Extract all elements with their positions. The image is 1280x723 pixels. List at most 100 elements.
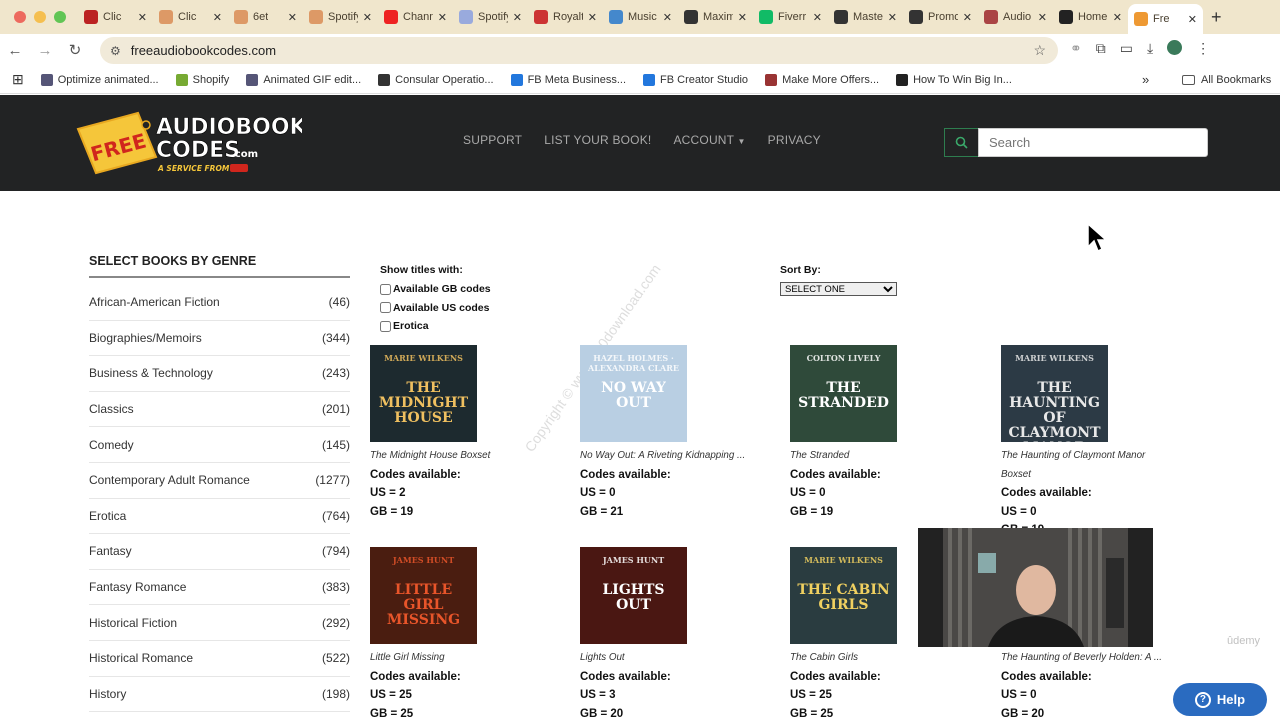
bookmark-item[interactable]: How To Win Big In... bbox=[896, 74, 1012, 86]
book-title[interactable]: The Stranded bbox=[790, 447, 990, 466]
reload-icon[interactable]: ↻ bbox=[60, 41, 90, 59]
bookmark-item[interactable]: FB Meta Business... bbox=[511, 74, 626, 86]
book-cover[interactable]: MARIE WILKENS THE HAUNTING OF CLAYMONT M… bbox=[1001, 345, 1108, 442]
bookmark-item[interactable]: Make More Offers... bbox=[765, 74, 879, 86]
download-icon[interactable]: ⤓ bbox=[1147, 40, 1153, 57]
browser-tab[interactable]: Clic✕ bbox=[153, 4, 228, 30]
nav-list-your-book[interactable]: LIST YOUR BOOK! bbox=[544, 133, 651, 147]
browser-tab[interactable]: Home✕ bbox=[1053, 4, 1128, 30]
genre-item[interactable]: Historical Romance(522) bbox=[89, 641, 350, 677]
book-title[interactable]: The Cabin Girls bbox=[790, 649, 990, 668]
browser-tab[interactable]: Fre✕ bbox=[1128, 4, 1203, 34]
filter-us-codes[interactable]: Available US codes bbox=[380, 299, 491, 318]
site-logo[interactable]: FREE AUDIOBOOK CODES .com A SERVICE FROM bbox=[76, 107, 302, 177]
genre-item[interactable]: Fantasy(794) bbox=[89, 534, 350, 570]
link-icon[interactable]: ⚭ bbox=[1070, 40, 1082, 57]
filter-us-checkbox[interactable] bbox=[380, 302, 391, 313]
genre-item[interactable]: Fantasy Romance(383) bbox=[89, 570, 350, 606]
menu-icon[interactable]: ⋮ bbox=[1196, 40, 1210, 57]
search-input[interactable] bbox=[978, 128, 1208, 157]
all-bookmarks[interactable]: All Bookmarks bbox=[1182, 74, 1271, 86]
genre-item[interactable]: Erotica(764) bbox=[89, 499, 350, 535]
browser-tab[interactable]: Promo✕ bbox=[903, 4, 978, 30]
book-title[interactable]: Little Girl Missing bbox=[370, 649, 570, 668]
bookmark-item[interactable]: Animated GIF edit... bbox=[246, 74, 361, 86]
book-cover[interactable]: JAMES HUNT LIGHTS OUT bbox=[580, 547, 687, 644]
tab-close-icon[interactable]: ✕ bbox=[213, 11, 222, 24]
book-title[interactable]: The Haunting of Claymont Manor bbox=[1001, 447, 1201, 466]
nav-account[interactable]: ACCOUNT ▼ bbox=[673, 133, 745, 147]
new-tab-button[interactable]: + bbox=[1211, 7, 1222, 28]
filter-gb-checkbox[interactable] bbox=[380, 284, 391, 295]
tab-close-icon[interactable]: ✕ bbox=[888, 11, 897, 24]
genre-item[interactable]: Contemporary Adult Romance(1277) bbox=[89, 463, 350, 499]
browser-tab[interactable]: Audio F✕ bbox=[978, 4, 1053, 30]
book-title[interactable]: The Haunting of Beverly Holden: A ... bbox=[1001, 649, 1201, 668]
tab-close-icon[interactable]: ✕ bbox=[1113, 11, 1122, 24]
browser-tab[interactable]: 6et✕ bbox=[228, 4, 303, 30]
url-bar[interactable]: ⚙ freeaudiobookcodes.com ☆ bbox=[100, 37, 1058, 64]
bookmark-item[interactable]: Consular Operatio... bbox=[378, 74, 493, 86]
genre-item[interactable]: Biographies/Memoirs(344) bbox=[89, 321, 350, 357]
tab-close-icon[interactable]: ✕ bbox=[1188, 13, 1197, 26]
bookmark-item[interactable]: Optimize animated... bbox=[41, 74, 159, 86]
nav-privacy[interactable]: PRIVACY bbox=[768, 133, 821, 147]
profile-avatar[interactable] bbox=[1167, 40, 1182, 55]
close-window-icon[interactable] bbox=[14, 11, 26, 23]
book-cover[interactable]: HAZEL HOLMES · ALEXANDRA CLARE NO WAY OU… bbox=[580, 345, 687, 442]
book-cover[interactable]: COLTON LIVELY THE STRANDED bbox=[790, 345, 897, 442]
search-button[interactable] bbox=[944, 128, 978, 157]
book-title[interactable]: The Midnight House Boxset bbox=[370, 447, 570, 466]
tab-close-icon[interactable]: ✕ bbox=[513, 11, 522, 24]
genre-item[interactable]: History(198) bbox=[89, 677, 350, 713]
book-card[interactable]: MARIE WILKENS THE MIDNIGHT HOUSE The Mid… bbox=[370, 345, 570, 521]
bookmark-item[interactable]: Shopify bbox=[176, 74, 230, 86]
browser-tab[interactable]: Channe✕ bbox=[378, 4, 453, 30]
book-cover[interactable]: MARIE WILKENS THE MIDNIGHT HOUSE bbox=[370, 345, 477, 442]
tab-close-icon[interactable]: ✕ bbox=[1038, 11, 1047, 24]
help-button[interactable]: ? Help bbox=[1173, 683, 1267, 716]
tab-close-icon[interactable]: ✕ bbox=[963, 11, 972, 24]
book-card[interactable]: HAZEL HOLMES · ALEXANDRA CLARE NO WAY OU… bbox=[580, 345, 780, 521]
book-title[interactable]: No Way Out: A Riveting Kidnapping ... bbox=[580, 447, 780, 466]
book-cover[interactable]: MARIE WILKENS THE CABIN GIRLS bbox=[790, 547, 897, 644]
tab-close-icon[interactable]: ✕ bbox=[288, 11, 297, 24]
filter-erotica[interactable]: Erotica bbox=[380, 317, 491, 336]
browser-tab[interactable]: Maximi✕ bbox=[678, 4, 753, 30]
book-title[interactable]: Lights Out bbox=[580, 649, 780, 668]
genre-item[interactable]: Classics(201) bbox=[89, 392, 350, 428]
tab-close-icon[interactable]: ✕ bbox=[138, 11, 147, 24]
tab-close-icon[interactable]: ✕ bbox=[438, 11, 447, 24]
book-card[interactable]: COLTON LIVELY THE STRANDED The Stranded … bbox=[790, 345, 990, 521]
genre-item[interactable]: Comedy(145) bbox=[89, 427, 350, 463]
browser-tab[interactable]: Spotify✕ bbox=[303, 4, 378, 30]
browser-tab[interactable]: Royalty✕ bbox=[528, 4, 603, 30]
tab-close-icon[interactable]: ✕ bbox=[738, 11, 747, 24]
tab-search-icon[interactable]: ▭ bbox=[1120, 40, 1133, 57]
bookmark-item[interactable]: FB Creator Studio bbox=[643, 74, 748, 86]
genre-item[interactable]: Historical Fiction(292) bbox=[89, 605, 350, 641]
genre-item[interactable]: Business & Technology(243) bbox=[89, 356, 350, 392]
tab-close-icon[interactable]: ✕ bbox=[588, 11, 597, 24]
tab-close-icon[interactable]: ✕ bbox=[663, 11, 672, 24]
bookmark-star-icon[interactable]: ☆ bbox=[1033, 42, 1046, 59]
back-icon[interactable]: ← bbox=[0, 42, 30, 59]
browser-tab[interactable]: Spotify✕ bbox=[453, 4, 528, 30]
sort-select[interactable]: SELECT ONE bbox=[780, 282, 897, 296]
tab-close-icon[interactable]: ✕ bbox=[363, 11, 372, 24]
book-card[interactable]: MARIE WILKENS THE HAUNTING OF CLAYMONT M… bbox=[1001, 345, 1201, 540]
book-card[interactable]: JAMES HUNT LITTLE GIRL MISSING Little Gi… bbox=[370, 547, 570, 723]
filter-erotica-checkbox[interactable] bbox=[380, 321, 391, 332]
extensions-icon[interactable]: ⧉ bbox=[1096, 40, 1106, 57]
tab-close-icon[interactable]: ✕ bbox=[813, 11, 822, 24]
nav-support[interactable]: SUPPORT bbox=[463, 133, 522, 147]
genre-item[interactable]: African-American Fiction(46) bbox=[89, 285, 350, 321]
book-cover[interactable]: JAMES HUNT LITTLE GIRL MISSING bbox=[370, 547, 477, 644]
browser-tab[interactable]: Fiverr /✕ bbox=[753, 4, 828, 30]
browser-tab[interactable]: Music F✕ bbox=[603, 4, 678, 30]
apps-grid-icon[interactable]: ⊞ bbox=[12, 71, 24, 88]
filter-gb-codes[interactable]: Available GB codes bbox=[380, 280, 491, 299]
minimize-window-icon[interactable] bbox=[34, 11, 46, 23]
browser-tab[interactable]: Master✕ bbox=[828, 4, 903, 30]
site-info-icon[interactable]: ⚙ bbox=[110, 44, 121, 58]
